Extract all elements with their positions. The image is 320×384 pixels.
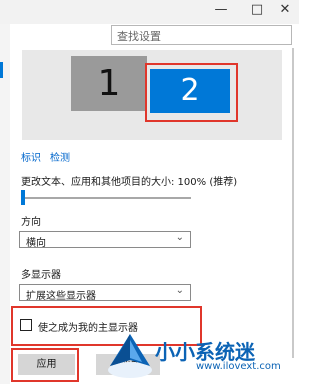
close-button[interactable]: ✕	[271, 0, 299, 20]
maximize-button[interactable]: □	[243, 0, 271, 20]
brand-logo-icon	[108, 334, 152, 378]
chevron-down-icon: ⌄	[175, 232, 184, 243]
orientation-label: 方向	[21, 217, 41, 228]
search-placeholder: 查找设置	[117, 30, 161, 43]
highlight-monitor-2	[145, 63, 238, 122]
detect-link[interactable]: 检测	[50, 149, 70, 164]
orientation-value: 横向	[26, 238, 46, 249]
scale-slider-track[interactable]	[21, 197, 191, 199]
orientation-dropdown[interactable]: 横向 ⌄	[19, 231, 191, 249]
monitor-1[interactable]: 1	[71, 56, 147, 111]
multi-display-label: 多显示器	[21, 270, 61, 281]
watermark-url: www.ilovext.com	[196, 361, 281, 372]
nav-selection-marker	[0, 62, 3, 78]
search-input[interactable]: 查找设置	[111, 25, 292, 45]
scrollbar[interactable]	[292, 48, 294, 358]
minimize-button[interactable]: —	[207, 0, 235, 20]
multi-display-value: 扩展这些显示器	[26, 291, 96, 302]
left-nav-strip	[0, 24, 10, 384]
multi-display-dropdown[interactable]: 扩展这些显示器 ⌄	[19, 284, 191, 302]
scale-slider-thumb[interactable]	[21, 190, 25, 205]
primary-display-checkbox[interactable]	[20, 319, 32, 331]
highlight-apply-button	[11, 348, 79, 382]
chevron-down-icon: ⌄	[175, 285, 184, 296]
identify-link[interactable]: 标识	[21, 149, 41, 164]
title-bar: — □ ✕	[0, 0, 299, 24]
scale-label: 更改文本、应用和其他项目的大小: 100% (推荐)	[21, 177, 238, 188]
